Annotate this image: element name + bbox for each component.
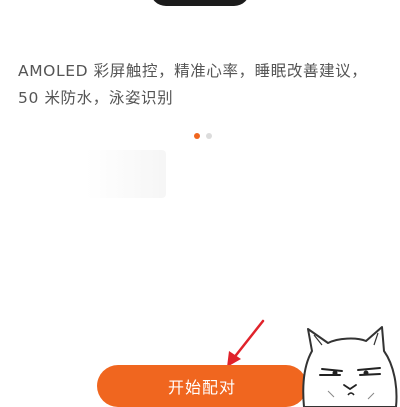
carousel-dot-inactive[interactable] [206,133,212,139]
start-pairing-button[interactable]: 开始配对 [97,365,307,407]
pairing-page: AMOLED 彩屏触控，精准心率，睡眠改善建议，50 米防水，泳姿识别 开始配对 [0,0,400,407]
device-image [150,0,250,6]
carousel-indicator [194,133,212,139]
device-description: AMOLED 彩屏触控，精准心率，睡眠改善建议，50 米防水，泳姿识别 [18,62,368,107]
cat-sticker-icon [302,326,398,407]
faded-image-placeholder [86,150,166,198]
carousel-dot-active[interactable] [194,133,200,139]
